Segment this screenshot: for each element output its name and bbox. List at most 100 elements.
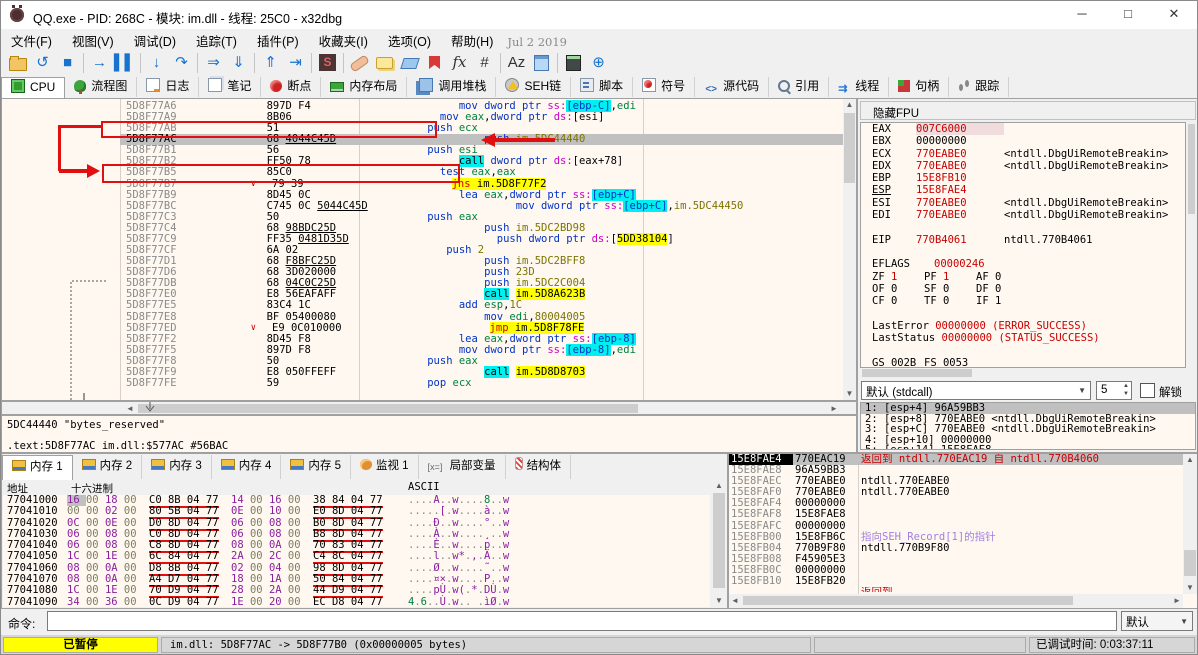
register-line[interactable]: [861, 246, 1185, 258]
calling-convention-select[interactable]: 默认 (stdcall) ▼: [861, 381, 1091, 400]
patches-icon[interactable]: [347, 50, 372, 76]
comments-icon[interactable]: [372, 50, 397, 76]
stack-row[interactable]: 15E8FAF8 15E8FAE8: [729, 509, 1197, 520]
register-line[interactable]: ECX 770EABE0 <ntdll.DbgUiRemoteBreakin>: [861, 148, 1185, 160]
dump-vscrollbar[interactable]: ▲ ▼: [712, 480, 726, 607]
scroll-down-arrow[interactable]: ▼: [1183, 582, 1197, 594]
scroll-thumb[interactable]: [1184, 550, 1196, 576]
dump-tab-内存 4[interactable]: 内存 4: [212, 455, 282, 479]
argument-row[interactable]: 5: [esp+14] 15E8FAE8: [861, 445, 1195, 449]
minimize-button[interactable]: ─: [1059, 1, 1105, 29]
register-line[interactable]: EFLAGS 00000246: [861, 258, 1185, 270]
step-out-icon[interactable]: ⇓: [226, 50, 251, 76]
command-profile-select[interactable]: 默认 ▼: [1121, 611, 1193, 631]
register-line[interactable]: EAX 007C6000: [861, 123, 1185, 136]
tab-log[interactable]: 日志: [137, 77, 200, 97]
dump-row[interactable]: 77041090 34 00 36 00 0C D9 04 77 1E 00 20 0…: [3, 595, 710, 607]
labels-icon[interactable]: [397, 50, 422, 76]
register-line[interactable]: CF 0 TF 0 IF 1: [861, 295, 1185, 307]
close-button[interactable]: ✕: [1151, 1, 1197, 29]
tab-cpu[interactable]: CPU: [1, 77, 66, 99]
scroll-right-arrow[interactable]: ►: [1171, 595, 1183, 607]
scroll-thumb[interactable]: [862, 369, 972, 377]
menu-item[interactable]: 追踪(T): [186, 29, 247, 49]
disasm-row[interactable]: 5D8F77B9 8D45 0C lea eax,dword ptr ss:[ebp…: [2, 188, 843, 201]
unlock-checkbox[interactable]: [1140, 383, 1155, 398]
menu-item[interactable]: 选项(O): [378, 29, 441, 49]
register-line[interactable]: EIP 770B4061 ntdll.770B4061: [861, 234, 1185, 246]
functions-icon[interactable]: fx: [447, 50, 472, 76]
dump-tab-内存 3[interactable]: 内存 3: [142, 455, 212, 479]
dump-tab-结构体[interactable]: 结构体: [506, 455, 572, 479]
disasm-row[interactable]: 5D8F77E5 83C4 1C add esp,1C: [2, 300, 843, 311]
modules-icon[interactable]: [529, 50, 554, 76]
calculator-icon[interactable]: [561, 50, 586, 76]
menu-item[interactable]: 插件(P): [247, 29, 309, 49]
scroll-thumb[interactable]: [1188, 124, 1195, 214]
disasm-hscrollbar[interactable]: ◄ ►: [1, 401, 857, 415]
register-line[interactable]: LastError 00000000 (ERROR_SUCCESS): [861, 320, 1185, 332]
menu-item[interactable]: 调试(D): [124, 29, 186, 49]
run-icon[interactable]: →: [87, 50, 112, 76]
stack-pane[interactable]: 15E8FAE4 770EAC19 返回到 ntdll.770EAC19 自 ntd…: [728, 453, 1197, 609]
pause-icon[interactable]: ▌▌: [112, 50, 137, 76]
scroll-left-arrow[interactable]: ◄: [729, 595, 741, 607]
arguments-pane[interactable]: 1: [esp+4] 96A59BB3 2: [esp+8] 770EABE0 <…: [860, 402, 1196, 450]
disasm-row[interactable]: 5D8F77FE 59 pop ecx: [2, 378, 843, 389]
registers-vscrollbar[interactable]: [1187, 122, 1196, 366]
stack-hscrollbar[interactable]: ◄ ►: [729, 594, 1183, 608]
register-line[interactable]: EBX 00000000: [861, 135, 1185, 147]
register-line[interactable]: ZF 1 PF 1 AF 0: [861, 271, 1185, 283]
command-input[interactable]: [47, 611, 1117, 631]
stack-vscrollbar[interactable]: ▲ ▼: [1183, 454, 1197, 594]
maximize-button[interactable]: □: [1105, 1, 1151, 29]
disasm-vscrollbar[interactable]: ▲ ▼: [843, 99, 856, 400]
scroll-down-arrow[interactable]: ▼: [712, 595, 726, 607]
tab-trace[interactable]: 跟踪: [949, 77, 1010, 97]
disasm-row[interactable]: 5D8F77B5 85C0 test eax,eax: [2, 167, 843, 178]
register-line[interactable]: EDX 770EABE0 <ntdll.DbgUiRemoteBreakin>: [861, 160, 1185, 172]
step-into-icon[interactable]: ↓: [144, 50, 169, 76]
arg-count-spinner[interactable]: 5 ▲ ▼: [1096, 381, 1132, 400]
tab-call-stack[interactable]: 调用堆栈: [407, 77, 497, 97]
disasm-row[interactable]: 5D8F77ED ∨ E9 0C010000 jmp im.5D8F78FE: [2, 321, 843, 334]
register-line[interactable]: GS 002B FS 0053: [861, 357, 1185, 367]
disassembly-pane[interactable]: 5D8F77A6 897D F4 mov dword ptr ss:[ebp-C],…: [1, 98, 1197, 401]
tab-script[interactable]: 脚本: [571, 77, 634, 97]
scroll-thumb[interactable]: [713, 493, 725, 588]
tab-notes[interactable]: 笔记: [199, 77, 262, 97]
dump-tab-内存 1[interactable]: 内存 1: [2, 455, 73, 480]
tab-source[interactable]: <> 源代码: [695, 77, 770, 97]
argument-row[interactable]: 1: [esp+4] 96A59BB3: [861, 403, 1195, 414]
hide-fpu-button[interactable]: 隐藏FPU: [860, 101, 1196, 120]
scroll-thumb[interactable]: [743, 596, 1073, 605]
register-line[interactable]: ESP 15E8FAE4: [861, 184, 1185, 196]
dump-tab-局部变量[interactable]: [x=] 局部变量: [419, 455, 506, 479]
tab-graph[interactable]: 流程图: [65, 77, 138, 97]
register-line[interactable]: [861, 344, 1185, 356]
dump-rows[interactable]: 77041000 16 00 18 00 C0 8B 04 77 14 00 16 0…: [3, 495, 710, 607]
run-until-return-icon[interactable]: ⇑: [258, 50, 283, 76]
restart-icon[interactable]: ↺: [30, 50, 55, 76]
settings-globe-icon[interactable]: ⊕: [586, 50, 611, 76]
register-line[interactable]: EBP 15E8FB10: [861, 172, 1185, 184]
spinner-arrows-icon[interactable]: ▲ ▼: [1123, 382, 1129, 398]
stop-icon[interactable]: ■: [55, 50, 80, 76]
step-over-icon[interactable]: ↷: [169, 50, 194, 76]
dump-tab-内存 5[interactable]: 内存 5: [281, 455, 351, 479]
open-file-icon[interactable]: [5, 50, 30, 76]
registers-list[interactable]: EAX 007C6000 EBX 00000000 ECX 770EABE0 <ntdll.…: [860, 122, 1186, 368]
registers-hscrollbar[interactable]: [860, 368, 1186, 378]
scroll-down-arrow[interactable]: ▼: [843, 388, 856, 400]
scroll-up-arrow[interactable]: ▲: [712, 480, 726, 492]
stack-row-partial[interactable]: 返回到: [729, 587, 1197, 592]
bookmarks-icon[interactable]: [422, 50, 447, 76]
disasm-row[interactable]: 5D8F77E8 BF 05400080 mov edi,80004005: [2, 311, 843, 323]
strings-icon[interactable]: Az: [504, 50, 529, 76]
tab-symbols[interactable]: 符号: [633, 77, 696, 97]
scroll-up-arrow[interactable]: ▲: [1183, 454, 1197, 466]
tab-seh[interactable]: SEH链: [496, 77, 572, 97]
tab-threads[interactable]: ⇉ 线程: [829, 77, 890, 97]
register-line[interactable]: LastStatus 00000000 (STATUS_SUCCESS): [861, 332, 1185, 344]
attach-icon[interactable]: ⇥: [283, 50, 308, 76]
